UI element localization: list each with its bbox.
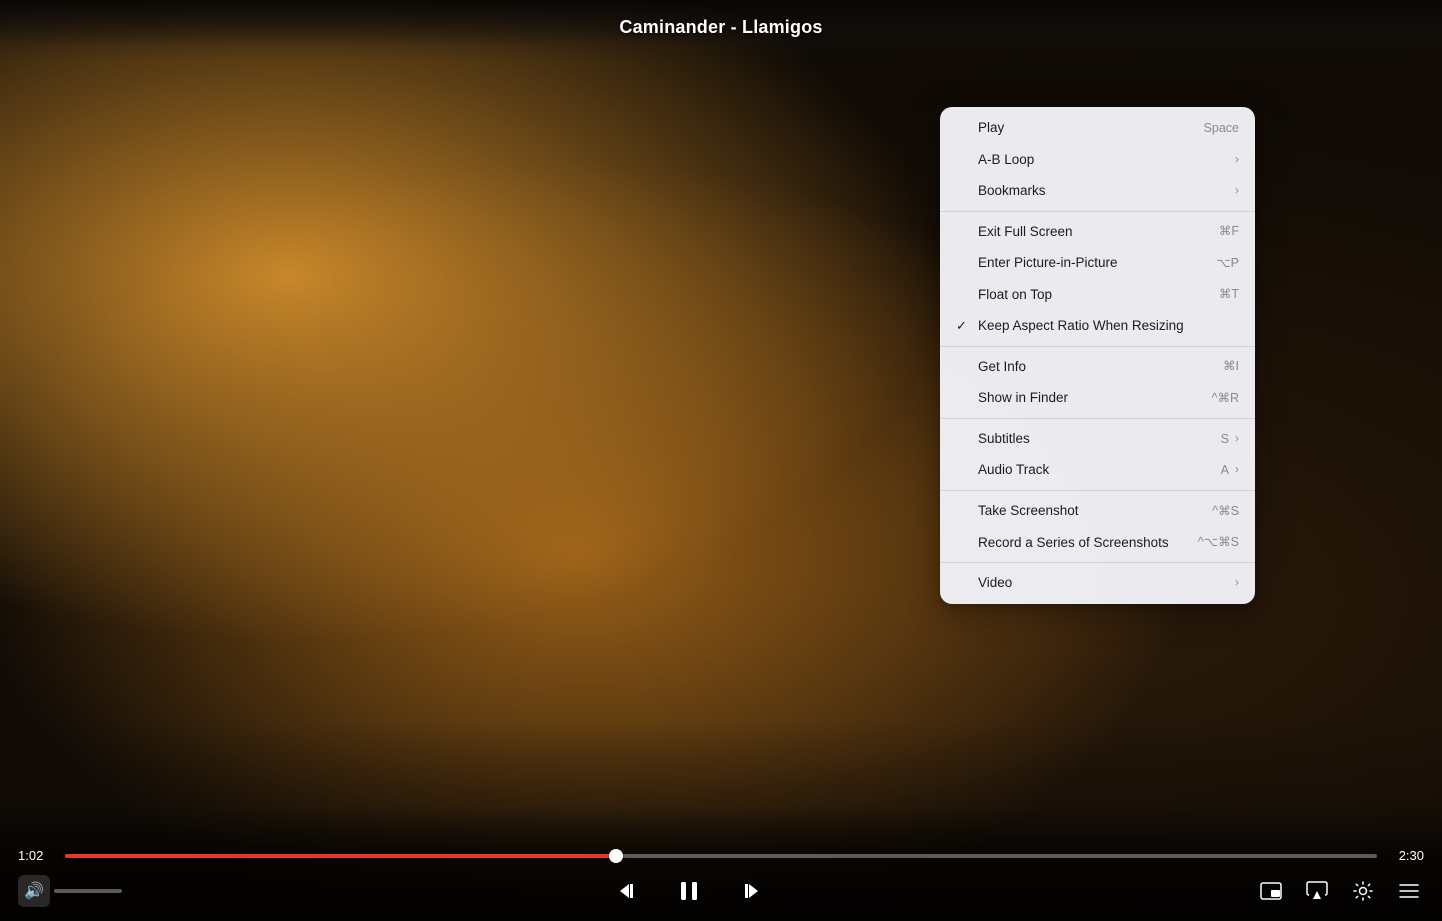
menu-item-show-finder-label: Show in Finder xyxy=(978,389,1068,407)
menu-item-play-label: Play xyxy=(978,119,1004,137)
separator-1 xyxy=(940,211,1255,212)
menu-item-float-top[interactable]: Float on Top ⌘T xyxy=(940,279,1255,311)
progress-bar[interactable] xyxy=(65,854,1377,858)
menu-item-audio-track-label: Audio Track xyxy=(978,461,1049,479)
menu-record-screenshots-shortcut: ^⌥⌘S xyxy=(1198,534,1239,550)
menu-pip-shortcut: ⌥P xyxy=(1216,255,1239,271)
pip-icon xyxy=(1260,882,1282,900)
menu-show-finder-shortcut: ^⌘R xyxy=(1212,390,1239,406)
menu-play-shortcut: Space xyxy=(1204,120,1239,136)
menu-item-play[interactable]: Play Space xyxy=(940,112,1255,144)
airplay-button[interactable] xyxy=(1302,876,1332,906)
menu-item-keep-aspect[interactable]: ✓ Keep Aspect Ratio When Resizing xyxy=(940,310,1255,342)
volume-button[interactable]: 🔊 xyxy=(18,875,50,907)
gear-icon xyxy=(1352,880,1374,902)
menu-item-show-finder[interactable]: Show in Finder ^⌘R xyxy=(940,382,1255,414)
settings-button[interactable] xyxy=(1348,876,1378,906)
menu-item-get-info[interactable]: Get Info ⌘I xyxy=(940,351,1255,383)
menu-bookmarks-arrow: › xyxy=(1235,183,1239,199)
separator-2 xyxy=(940,346,1255,347)
menu-get-info-shortcut: ⌘I xyxy=(1223,358,1239,374)
menu-item-bookmarks[interactable]: Bookmarks › xyxy=(940,175,1255,207)
skip-back-button[interactable] xyxy=(611,873,647,909)
menu-item-get-info-label: Get Info xyxy=(978,358,1026,376)
menu-exit-fs-shortcut: ⌘F xyxy=(1219,223,1239,239)
progress-filled xyxy=(65,854,616,858)
skip-forward-icon xyxy=(738,880,760,902)
pause-icon xyxy=(676,878,702,904)
menu-item-pip[interactable]: Enter Picture-in-Picture ⌥P xyxy=(940,247,1255,279)
time-current: 1:02 xyxy=(18,848,53,863)
menu-ab-loop-arrow: › xyxy=(1235,152,1239,168)
menu-item-ab-loop-label: A-B Loop xyxy=(978,151,1034,169)
menu-audio-track-arrow: › xyxy=(1235,462,1239,478)
context-menu: Play Space A-B Loop › Bookmarks › xyxy=(940,107,1255,604)
menu-item-keep-aspect-label: Keep Aspect Ratio When Resizing xyxy=(978,317,1184,335)
menu-item-exit-fullscreen[interactable]: Exit Full Screen ⌘F xyxy=(940,216,1255,248)
keep-aspect-checkmark: ✓ xyxy=(956,318,970,335)
skip-forward-button[interactable] xyxy=(731,873,767,909)
buttons-row: 🔊 xyxy=(0,873,1442,909)
menu-audio-track-shortcut: A xyxy=(1221,462,1229,478)
menu-item-bookmarks-label: Bookmarks xyxy=(978,182,1046,200)
progress-row: 1:02 2:30 xyxy=(0,848,1442,863)
menu-item-audio-track[interactable]: Audio Track A › xyxy=(940,454,1255,486)
title-bar: Caminander - Llamigos xyxy=(0,0,1442,45)
menu-item-record-screenshots[interactable]: Record a Series of Screenshots ^⌥⌘S xyxy=(940,527,1255,559)
volume-section: 🔊 xyxy=(18,875,122,907)
player-container: Caminander - Llamigos 1:02 2:30 🔊 xyxy=(0,0,1442,921)
menu-item-pip-label: Enter Picture-in-Picture xyxy=(978,254,1118,272)
menu-item-record-screenshots-label: Record a Series of Screenshots xyxy=(978,534,1169,552)
menu-float-top-shortcut: ⌘T xyxy=(1219,286,1239,302)
menu-item-subtitles[interactable]: Subtitles S › xyxy=(940,423,1255,455)
separator-4 xyxy=(940,490,1255,491)
menu-subtitles-shortcut: S xyxy=(1221,431,1229,447)
list-icon xyxy=(1398,882,1420,900)
skip-back-icon xyxy=(618,880,640,902)
separator-3 xyxy=(940,418,1255,419)
right-controls xyxy=(1256,876,1424,906)
playback-controls xyxy=(122,873,1256,909)
pip-button[interactable] xyxy=(1256,876,1286,906)
menu-item-subtitles-label: Subtitles xyxy=(978,430,1030,448)
controls-area: 1:02 2:30 🔊 xyxy=(0,806,1442,921)
volume-icon: 🔊 xyxy=(24,881,44,901)
menu-item-ab-loop[interactable]: A-B Loop › xyxy=(940,144,1255,176)
menu-item-exit-fullscreen-label: Exit Full Screen xyxy=(978,223,1073,241)
menu-video-arrow: › xyxy=(1235,575,1239,591)
airplay-icon xyxy=(1306,881,1328,901)
menu-item-float-top-label: Float on Top xyxy=(978,286,1052,304)
separator-5 xyxy=(940,562,1255,563)
menu-item-video-label: Video xyxy=(978,574,1012,592)
pause-button[interactable] xyxy=(671,873,707,909)
menu-take-screenshot-shortcut: ^⌘S xyxy=(1212,503,1239,519)
playlist-button[interactable] xyxy=(1394,876,1424,906)
menu-item-take-screenshot[interactable]: Take Screenshot ^⌘S xyxy=(940,495,1255,527)
volume-slider[interactable] xyxy=(54,889,122,893)
video-title: Caminander - Llamigos xyxy=(619,7,822,38)
time-total: 2:30 xyxy=(1389,848,1424,863)
progress-thumb[interactable] xyxy=(609,849,623,863)
menu-item-take-screenshot-label: Take Screenshot xyxy=(978,502,1079,520)
menu-item-video[interactable]: Video › xyxy=(940,567,1255,599)
menu-subtitles-arrow: › xyxy=(1235,431,1239,447)
